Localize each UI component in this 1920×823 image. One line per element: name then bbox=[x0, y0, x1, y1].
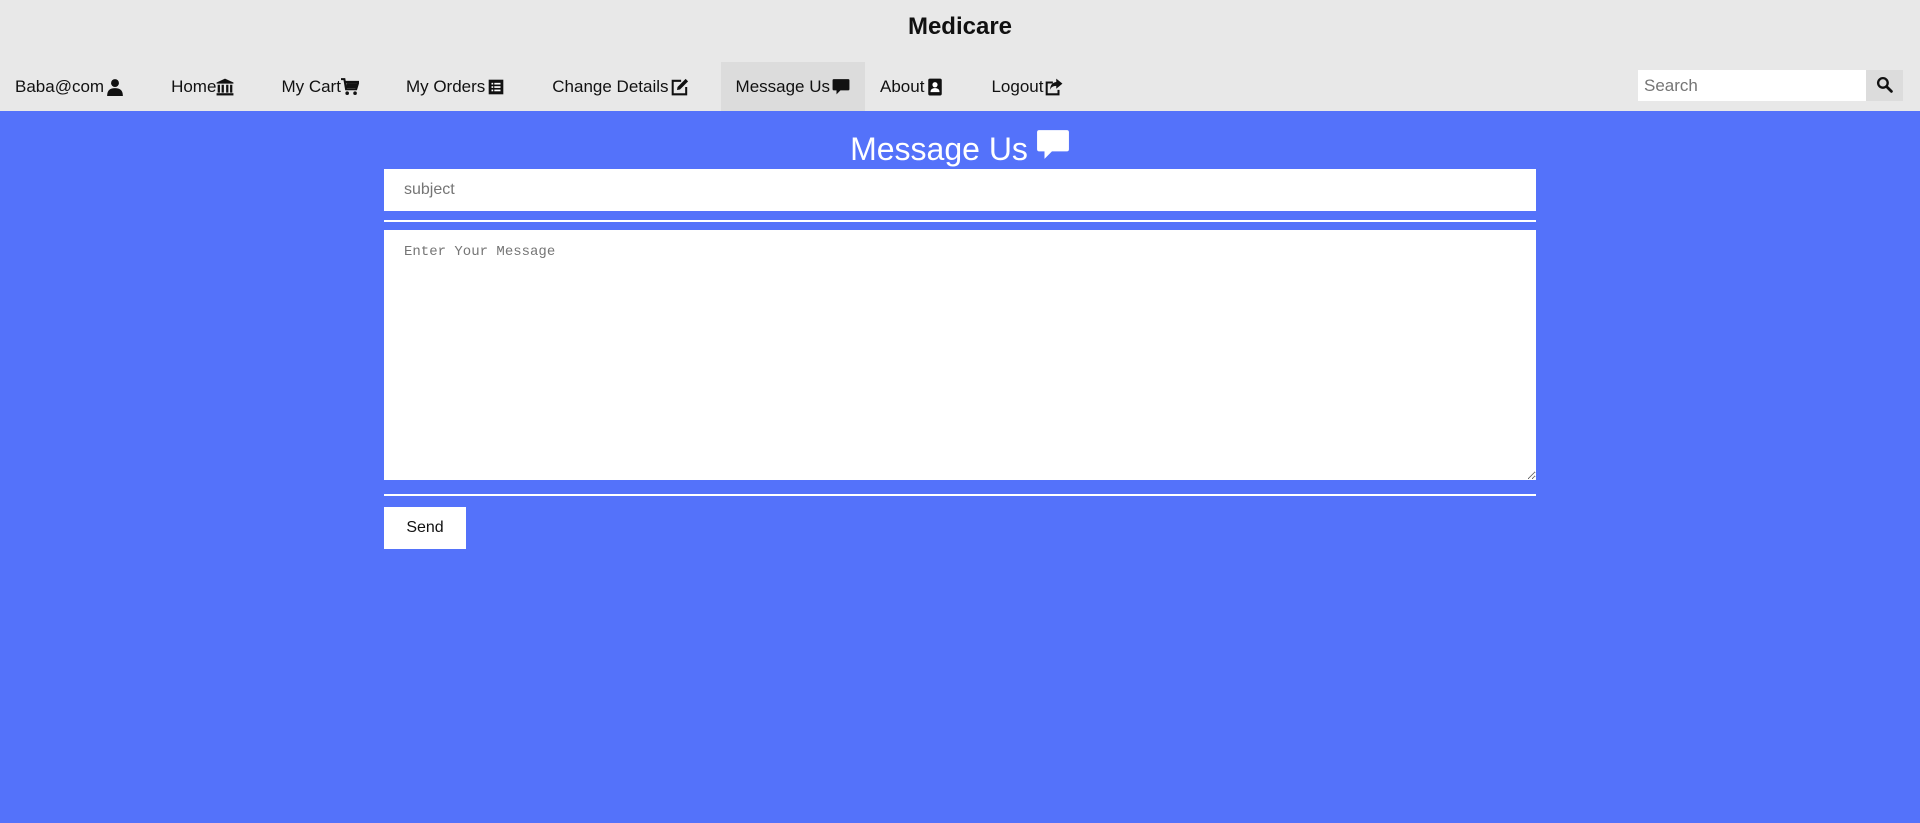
nav-item-logout[interactable]: Logout bbox=[976, 62, 1078, 111]
brand-title: Medicare bbox=[907, 13, 1013, 40]
nav-item-label: Home bbox=[171, 76, 217, 96]
divider bbox=[384, 494, 1536, 496]
send-button[interactable]: Send bbox=[384, 507, 466, 549]
search-bar bbox=[1638, 70, 1903, 101]
comment-icon bbox=[832, 78, 850, 96]
search-icon bbox=[1876, 76, 1893, 96]
nav-item-change-details[interactable]: Change Details bbox=[537, 62, 703, 111]
top-header: Medicare Baba@com Home My Cart My Orders bbox=[0, 0, 1920, 111]
nav-item-label: About bbox=[880, 76, 925, 96]
nav-item-label: My Orders bbox=[405, 76, 486, 96]
search-input[interactable] bbox=[1638, 70, 1866, 101]
message-textarea[interactable] bbox=[384, 230, 1536, 480]
bank-icon bbox=[216, 78, 234, 96]
nav-item-message-us[interactable]: Message Us bbox=[720, 62, 866, 111]
edit-icon bbox=[671, 78, 689, 96]
nav-item-account[interactable]: Baba@com bbox=[0, 62, 139, 111]
nav-item-label: Logout bbox=[991, 76, 1044, 96]
page-title-text: Message Us bbox=[850, 130, 1028, 167]
nav-item-cart[interactable]: My Cart bbox=[266, 62, 374, 111]
share-icon bbox=[1045, 78, 1063, 96]
nav-item-about[interactable]: About bbox=[865, 62, 959, 111]
nav-item-label: Baba@com bbox=[15, 76, 105, 96]
cart-icon bbox=[340, 77, 359, 96]
main-nav: Baba@com Home My Cart My Orders Change D… bbox=[0, 62, 1078, 111]
message-form: Send bbox=[384, 169, 1536, 549]
list-icon bbox=[487, 78, 505, 96]
subject-input[interactable] bbox=[384, 169, 1536, 211]
contact-card-icon bbox=[926, 78, 944, 96]
nav-item-label: Change Details bbox=[552, 76, 669, 96]
divider bbox=[384, 220, 1536, 222]
comment-icon bbox=[1028, 128, 1070, 170]
user-icon bbox=[106, 78, 124, 96]
nav-item-label: My Cart bbox=[281, 76, 341, 96]
page-title: Message Us bbox=[0, 128, 1920, 170]
search-button[interactable] bbox=[1866, 70, 1903, 101]
nav-item-home[interactable]: Home bbox=[156, 62, 249, 111]
nav-item-orders[interactable]: My Orders bbox=[391, 62, 520, 111]
nav-item-label: Message Us bbox=[735, 76, 831, 96]
